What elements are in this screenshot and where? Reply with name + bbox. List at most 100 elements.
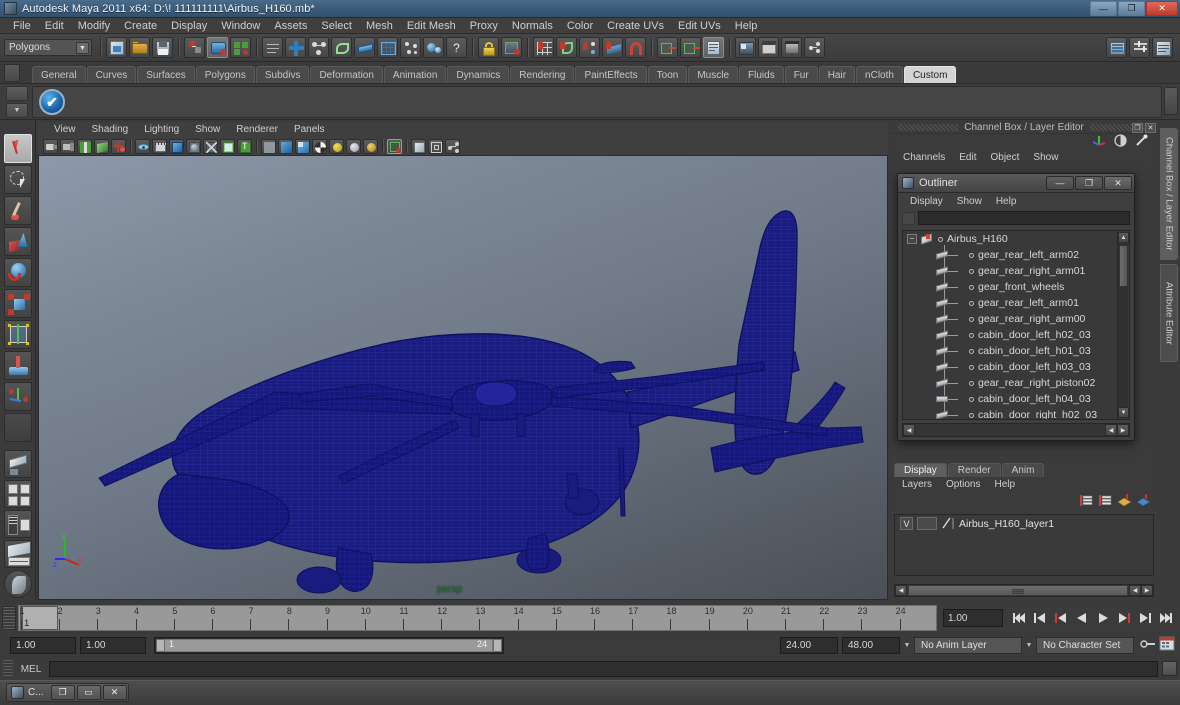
isolate-select-icon[interactable] xyxy=(387,138,402,154)
chevron-down-icon-2[interactable]: ▼ xyxy=(1022,636,1036,654)
menu-select[interactable]: Select xyxy=(314,18,359,34)
tab-anim[interactable]: Anim xyxy=(1001,463,1045,477)
viewport-menu-panels[interactable]: Panels xyxy=(286,124,333,135)
shelf-tab-ncloth[interactable]: nCloth xyxy=(856,66,903,83)
layer-list[interactable]: V Airbus_H160_layer1 xyxy=(894,514,1154,576)
xray-joints-icon[interactable] xyxy=(411,138,426,154)
new-scene-icon[interactable] xyxy=(106,37,127,58)
shelf-scroll-down-arrow[interactable]: ▼ xyxy=(6,102,28,118)
time-slider-ticks[interactable]: 1 1 2 3 4 5 6 7 8 9 10 11 12 13 14 15 16 17 18 19 20 21 22 23 2… xyxy=(18,605,937,631)
input-connections-icon[interactable] xyxy=(657,37,678,58)
list-item[interactable]: cabin_door_left_h04_03 xyxy=(903,391,1129,407)
viewport-menu-renderer[interactable]: Renderer xyxy=(228,124,286,135)
script-editor-icon[interactable] xyxy=(1162,661,1177,676)
show-hide-tool-settings-icon[interactable] xyxy=(1152,37,1173,58)
taskbar-close-button[interactable]: ✕ xyxy=(102,685,127,700)
list-item[interactable]: gear_front_wheels xyxy=(903,279,1129,295)
go-to-end-icon[interactable] xyxy=(1158,610,1174,626)
list-item[interactable]: gear_rear_right_arm00 xyxy=(903,311,1129,327)
anim-layer-selector[interactable]: No Anim Layer xyxy=(914,636,1022,654)
outliner-root-row[interactable]: − Airbus_H160 xyxy=(903,231,1129,247)
shadows-icon[interactable] xyxy=(312,138,327,154)
window-maximize-button[interactable]: ❐ xyxy=(1118,1,1145,16)
save-scene-icon[interactable] xyxy=(152,37,173,58)
vertical-tab-channel-box[interactable]: Channel Box / Layer Editor xyxy=(1160,128,1178,260)
menu-create-uvs[interactable]: Create UVs xyxy=(600,18,671,34)
shelf-tab-surfaces[interactable]: Surfaces xyxy=(137,66,195,83)
pivots-mask-icon[interactable] xyxy=(400,37,421,58)
command-line-input[interactable] xyxy=(49,661,1158,677)
list-item[interactable]: gear_rear_right_arm01 xyxy=(903,263,1129,279)
menu-modify[interactable]: Modify xyxy=(71,18,117,34)
outliner-horizontal-scrollbar[interactable]: ◀ ◀ ▶ xyxy=(902,423,1130,437)
grid-toggle-icon[interactable] xyxy=(135,138,150,154)
channel-menu-channels[interactable]: Channels xyxy=(896,152,952,163)
maya-logo-bookmark[interactable] xyxy=(3,570,32,598)
shelf-tab-hair[interactable]: Hair xyxy=(818,66,856,83)
shaded-wireframe-icon[interactable] xyxy=(203,138,218,154)
film-gate-icon[interactable] xyxy=(152,138,167,154)
hypergraph-persp-layout[interactable] xyxy=(3,540,32,568)
rotate-tool[interactable] xyxy=(3,258,32,287)
outliner-minimize-button[interactable]: — xyxy=(1046,176,1074,190)
play-backwards-icon[interactable] xyxy=(1074,610,1090,626)
outliner-menu-help[interactable]: Help xyxy=(989,196,1024,207)
menu-mesh[interactable]: Mesh xyxy=(359,18,400,34)
viewport-menu-view[interactable]: View xyxy=(46,124,84,135)
scroll-left-arrow[interactable]: ◀ xyxy=(903,424,915,436)
scroll-right-arrow[interactable]: ▶ xyxy=(1141,585,1153,596)
taskbar-window-button[interactable]: C... ❐ ▭ ✕ xyxy=(6,683,129,702)
menu-file[interactable]: File xyxy=(6,18,38,34)
hardware-lighting-icon[interactable]: T xyxy=(237,138,252,154)
chevron-down-icon[interactable]: ▼ xyxy=(76,42,89,54)
default-light-icon[interactable] xyxy=(278,138,293,154)
shelf-scroll-arrows[interactable]: ▼ xyxy=(6,85,28,118)
expand-collapse-icon[interactable]: − xyxy=(907,234,917,244)
animation-end-time-field[interactable]: 48.00 xyxy=(842,636,900,654)
outliner-menu-display[interactable]: Display xyxy=(903,196,950,207)
range-bar[interactable]: 1 24 xyxy=(154,636,504,654)
layer-menu-options[interactable]: Options xyxy=(939,479,987,490)
taskbar-restore-button[interactable]: ❐ xyxy=(50,685,75,700)
paint-select-tool[interactable] xyxy=(3,196,32,225)
list-item[interactable]: cabin_door_left_h01_03 xyxy=(903,343,1129,359)
channel-box-restore-button[interactable]: ❐ xyxy=(1132,123,1143,133)
scroll-up-arrow[interactable]: ▲ xyxy=(1118,232,1129,243)
outliner-persp-layout[interactable] xyxy=(3,510,32,538)
layer-row[interactable]: V Airbus_H160_layer1 xyxy=(895,515,1153,532)
range-start-handle[interactable] xyxy=(156,638,165,652)
single-perspective-layout[interactable] xyxy=(3,450,32,478)
menu-window[interactable]: Window xyxy=(214,18,267,34)
make-live-icon[interactable] xyxy=(625,37,646,58)
layer-color-swatch-icon[interactable] xyxy=(941,517,955,530)
move-layer-down-icon[interactable] xyxy=(1098,494,1112,507)
show-hide-channel-box-icon[interactable] xyxy=(1106,37,1127,58)
step-back-key-icon[interactable] xyxy=(1032,610,1048,626)
faces-mask-icon[interactable] xyxy=(354,37,375,58)
parm-points-mask-icon[interactable] xyxy=(308,37,329,58)
image-plane-icon[interactable] xyxy=(94,138,109,154)
scroll-left-arrow-2[interactable]: ◀ xyxy=(1105,424,1117,436)
move-tool[interactable] xyxy=(3,227,32,256)
contrast-toggle-icon[interactable] xyxy=(1114,134,1127,150)
outliner-close-button[interactable]: ✕ xyxy=(1104,176,1132,190)
layer-display-type-toggle[interactable] xyxy=(917,517,937,530)
panel-drag-dots-left[interactable] xyxy=(898,124,959,131)
render-current-frame-icon[interactable] xyxy=(735,37,756,58)
menu-edit-mesh[interactable]: Edit Mesh xyxy=(400,18,463,34)
scrollbar-track[interactable] xyxy=(908,585,1128,596)
output-connections-icon[interactable] xyxy=(680,37,701,58)
points-mask-icon[interactable] xyxy=(285,37,306,58)
step-forward-key-icon[interactable] xyxy=(1137,610,1153,626)
layer-menu-layers[interactable]: Layers xyxy=(895,479,939,490)
scroll-left-arrow-2[interactable]: ◀ xyxy=(1129,585,1141,596)
scrollbar-thumb[interactable] xyxy=(1119,245,1128,287)
channel-menu-object[interactable]: Object xyxy=(984,152,1027,163)
playback-start-time-field[interactable]: 1.00 xyxy=(80,636,146,654)
select-by-hierarchy-icon[interactable] xyxy=(184,37,205,58)
viewport-menu-show[interactable]: Show xyxy=(187,124,228,135)
snap-to-grid-icon[interactable] xyxy=(533,37,554,58)
layer-list-horizontal-scrollbar[interactable]: ◀ ◀ ▶ xyxy=(894,584,1154,597)
shelf-tab-grip[interactable] xyxy=(4,64,20,82)
open-scene-icon[interactable] xyxy=(129,37,150,58)
